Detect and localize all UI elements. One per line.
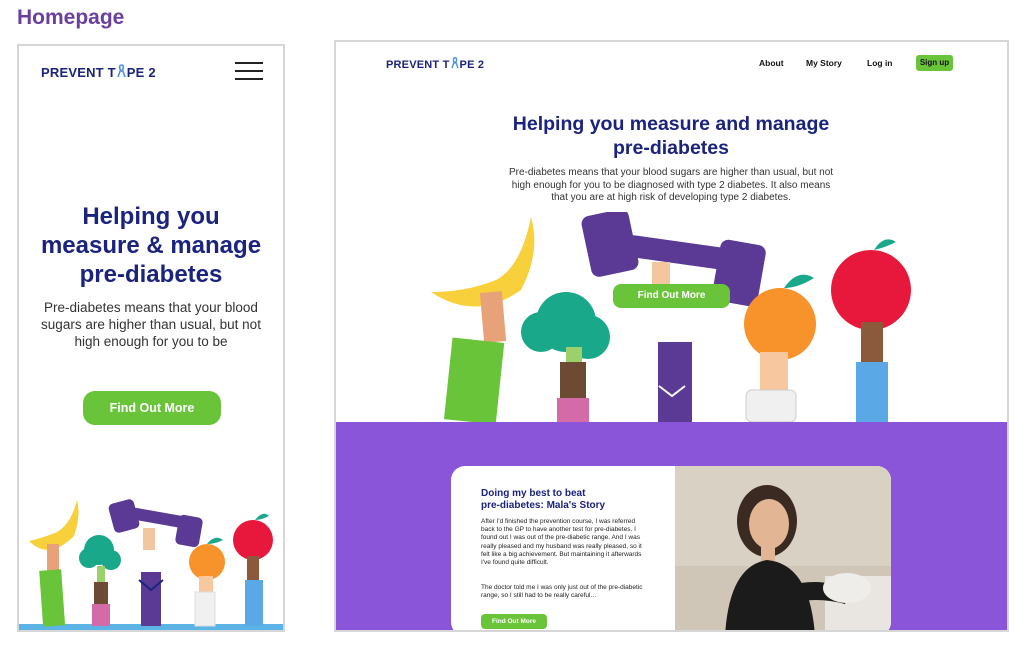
logo-text-start: PREVENT T (41, 65, 116, 80)
desktop-mockup: PREVENT T PE 2 About My Story Log in Sig… (334, 40, 1009, 632)
awareness-ribbon-icon (117, 64, 126, 81)
desktop-title-line: Helping you measure and manage (512, 113, 830, 135)
story-card: Doing my best to beat pre-diabetes: Mala… (451, 466, 891, 630)
nav-my-story[interactable]: My Story (806, 58, 842, 68)
story-paragraph: After I'd finished the prevention course… (481, 518, 642, 567)
page-heading: Homepage (17, 6, 125, 29)
logo-text-start: PREVENT T (386, 58, 450, 71)
mobile-find-out-more-button[interactable]: Find Out More (83, 391, 221, 425)
sign-up-button[interactable]: Sign up (916, 55, 953, 71)
story-title: Doing my best to beat pre-diabetes: Mala… (481, 488, 681, 512)
story-title-line: pre-diabetes: Mala's Story (481, 500, 606, 511)
logo-text-end: PE 2 (459, 58, 485, 71)
mobile-title-line: measure & manage (40, 232, 262, 259)
desktop-title-line: pre-diabetes (613, 137, 729, 159)
mobile-hero-title: Helping you measure & manage pre-diabete… (19, 202, 283, 289)
desktop-find-out-more-button[interactable]: Find Out More (613, 284, 730, 308)
story-paragraph: The doctor told me I was only just out o… (481, 584, 643, 600)
nav-log-in[interactable]: Log in (867, 58, 893, 68)
desktop-logo[interactable]: PREVENT T PE 2 (386, 57, 484, 72)
logo-text-end: PE 2 (126, 65, 156, 80)
mobile-hero-illustration (19, 499, 283, 630)
mobile-mockup: PREVENT T PE 2 Helping you measure & man… (17, 44, 285, 632)
mobile-logo[interactable]: PREVENT T PE 2 (41, 64, 156, 81)
mobile-title-line: pre-diabetes (79, 261, 223, 288)
story-find-out-more-button[interactable]: Find Out More (481, 614, 547, 629)
story-section: Doing my best to beat pre-diabetes: Mala… (336, 422, 1007, 630)
desktop-hero-illustration (431, 212, 911, 422)
hamburger-menu-icon[interactable] (235, 62, 263, 82)
mobile-title-line: Helping you (82, 203, 220, 230)
desktop-hero-intro: Pre-diabetes means that your blood sugar… (508, 167, 834, 203)
desktop-hero-title: Helping you measure and manage pre-diabe… (486, 112, 856, 160)
story-photo (675, 466, 891, 630)
story-title-line: Doing my best to beat (481, 488, 586, 499)
awareness-ribbon-icon (450, 57, 459, 72)
mobile-hero-intro: Pre-diabetes means that your blood sugar… (41, 300, 261, 349)
nav-about[interactable]: About (759, 58, 784, 68)
